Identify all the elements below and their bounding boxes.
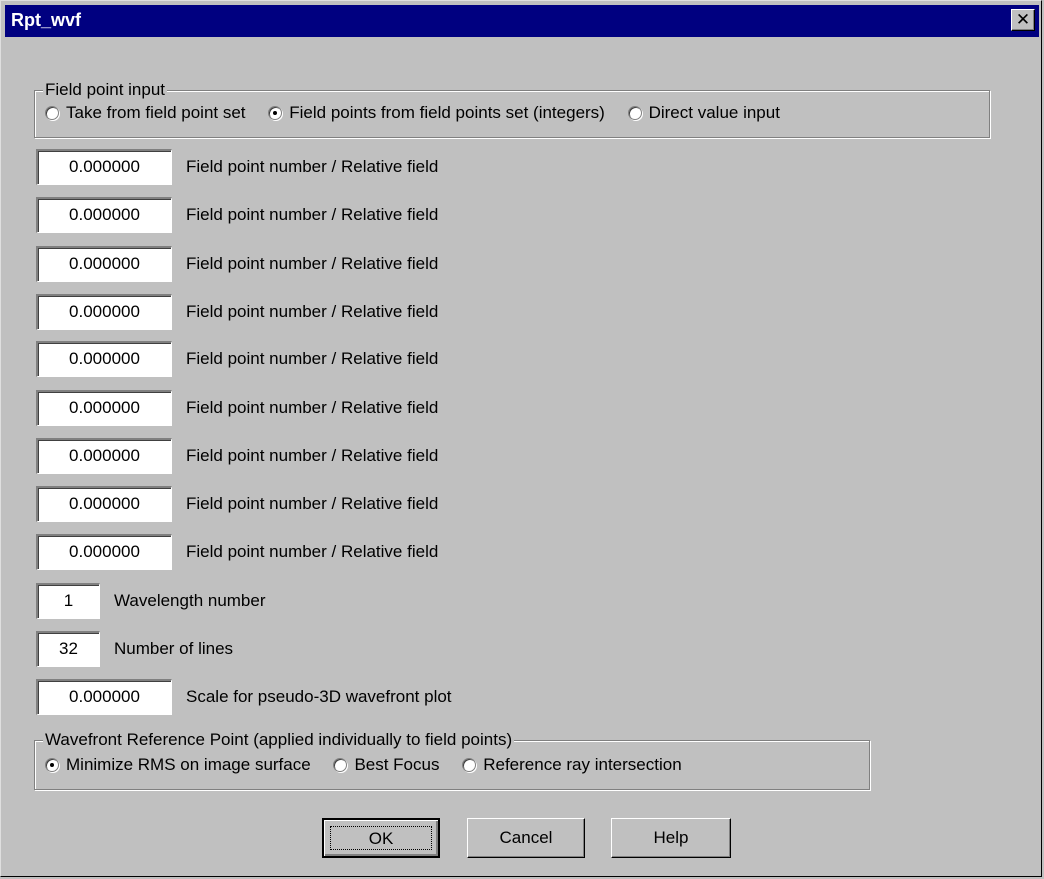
radio-button-icon[interactable] <box>627 106 642 120</box>
field-point-label-9: Field point number / Relative field <box>186 542 439 561</box>
field-point-input-6[interactable]: 0.000000 <box>36 390 172 426</box>
reference-point-group: Wavefront Reference Point (applied indiv… <box>34 730 870 790</box>
radio-button-selected-icon[interactable] <box>45 758 59 772</box>
cancel-button[interactable]: Cancel <box>467 818 585 858</box>
radio-minimize-rms[interactable]: Minimize RMS on image surface <box>45 755 311 775</box>
radio-field-points-integers[interactable]: Field points from field points set (inte… <box>268 103 605 123</box>
field-point-input-title: Field point input <box>43 80 168 100</box>
field-point-label-8: Field point number / Relative field <box>186 494 439 513</box>
number-of-lines-input[interactable]: 32 <box>36 631 100 667</box>
radio-button-selected-icon[interactable] <box>268 106 283 120</box>
field-point-input-5[interactable]: 0.000000 <box>36 341 172 377</box>
ok-button[interactable]: OK <box>322 818 440 858</box>
field-point-label-4: Field point number / Relative field <box>186 302 439 321</box>
field-point-input-4[interactable]: 0.000000 <box>36 294 172 330</box>
wavelength-number-input[interactable]: 1 <box>36 583 100 619</box>
close-icon[interactable]: ✕ <box>1011 9 1035 31</box>
field-point-input-group: Field point input Take from field point … <box>34 80 990 138</box>
scale-label: Scale for pseudo-3D wavefront plot <box>186 687 452 706</box>
radio-direct-value-input[interactable]: Direct value input <box>627 103 780 123</box>
title-bar[interactable]: Rpt_wvf ✕ <box>5 5 1039 37</box>
reference-point-title: Wavefront Reference Point (applied indiv… <box>43 730 515 750</box>
help-button[interactable]: Help <box>611 818 731 858</box>
field-point-input-1[interactable]: 0.000000 <box>36 149 172 185</box>
radio-best-focus[interactable]: Best Focus <box>333 755 439 775</box>
field-point-input-7[interactable]: 0.000000 <box>36 438 172 474</box>
radio-button-icon[interactable] <box>45 106 59 120</box>
radio-take-from-set[interactable]: Take from field point set <box>45 103 246 123</box>
wavelength-number-label: Wavelength number <box>114 591 266 610</box>
field-point-input-2[interactable]: 0.000000 <box>36 197 172 233</box>
field-point-input-8[interactable]: 0.000000 <box>36 486 172 522</box>
field-point-input-3[interactable]: 0.000000 <box>36 246 172 282</box>
field-point-label-1: Field point number / Relative field <box>186 157 439 176</box>
field-point-label-5: Field point number / Relative field <box>186 349 439 368</box>
field-point-label-6: Field point number / Relative field <box>186 398 439 417</box>
field-point-label-2: Field point number / Relative field <box>186 205 439 224</box>
field-point-label-3: Field point number / Relative field <box>186 254 439 273</box>
radio-button-icon[interactable] <box>462 758 477 772</box>
window-title: Rpt_wvf <box>11 10 82 30</box>
radio-reference-ray[interactable]: Reference ray intersection <box>462 755 682 775</box>
field-point-label-7: Field point number / Relative field <box>186 446 439 465</box>
field-point-input-9[interactable]: 0.000000 <box>36 534 172 570</box>
radio-button-icon[interactable] <box>333 758 348 772</box>
scale-input[interactable]: 0.000000 <box>36 679 172 715</box>
number-of-lines-label: Number of lines <box>114 639 234 658</box>
